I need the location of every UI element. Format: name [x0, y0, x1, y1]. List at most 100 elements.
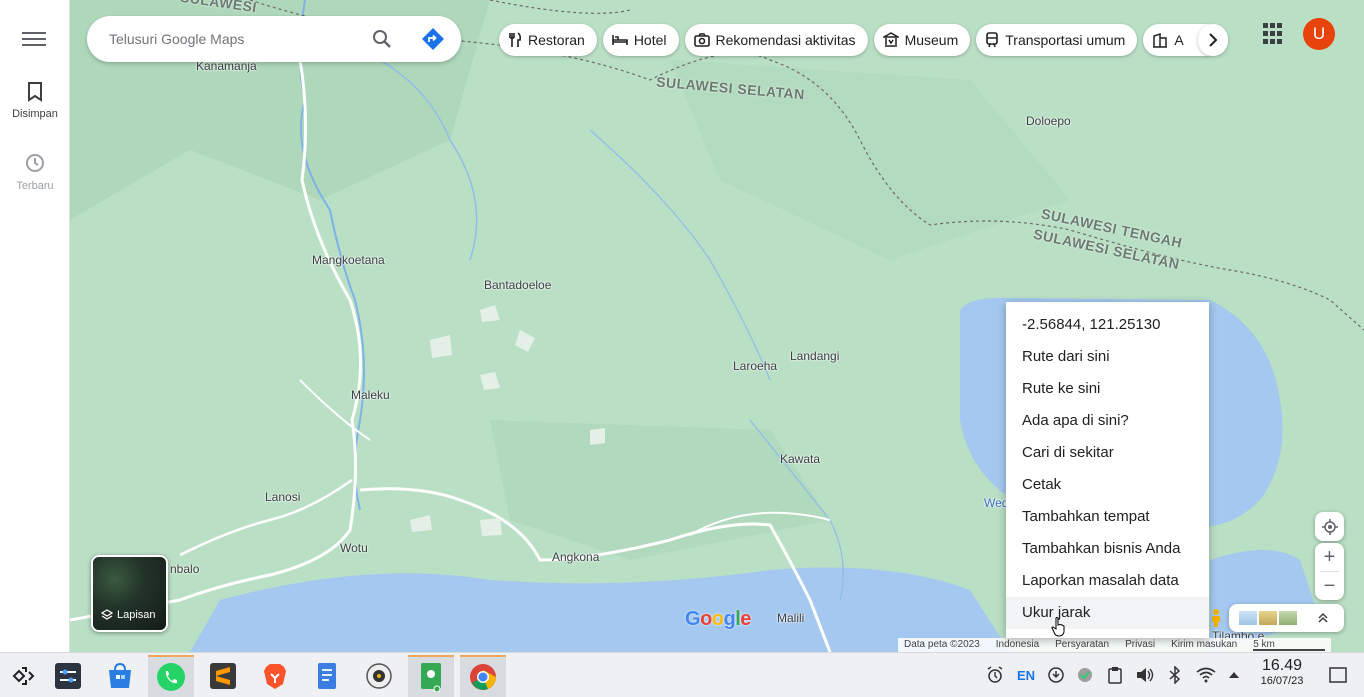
imagery-thumb[interactable] — [1279, 611, 1297, 625]
menu-item-coordinates[interactable]: -2.56844, 121.25130 — [1006, 309, 1209, 341]
imagery-strip[interactable] — [1229, 604, 1344, 632]
menu-item-directions-to[interactable]: Rute ke sini — [1006, 373, 1209, 405]
place-label[interactable]: Lanosi — [265, 490, 300, 504]
chip-label: Restoran — [528, 32, 585, 48]
bookmark-icon — [28, 82, 42, 102]
green-app-icon — [421, 663, 441, 692]
place-label[interactable]: Bantadoeloe — [484, 278, 551, 292]
show-desktop-icon[interactable] — [1326, 661, 1350, 689]
place-label[interactable]: Mangkoetana — [312, 253, 385, 267]
taskbar-app-music[interactable] — [356, 655, 402, 697]
taskbar-app-sublime[interactable] — [200, 655, 246, 697]
taskbar-app-files[interactable] — [304, 655, 350, 697]
history-icon — [26, 154, 44, 172]
zoom-control: + − — [1315, 543, 1344, 600]
hand-cursor-icon — [1051, 617, 1065, 637]
zoom-in-button[interactable]: + — [1315, 543, 1344, 571]
map-footer: Data peta ©2023 Indonesia Persyaratan Pr… — [898, 638, 1331, 652]
taskbar-app-whatsapp[interactable] — [148, 655, 194, 697]
screen: Kanamanja Mangkoetana Bantadoeloe Laroeh… — [0, 0, 1364, 697]
menu-item-search-nearby[interactable]: Cari di sekitar — [1006, 437, 1209, 469]
clock[interactable]: 16.49 16/07/23 — [1252, 657, 1312, 688]
chip-museum[interactable]: Museum — [873, 24, 971, 56]
chip-restoran[interactable]: Restoran — [499, 24, 597, 56]
taskbar-app-brave[interactable] — [252, 655, 298, 697]
footer-link[interactable]: Kirim masukan — [1171, 639, 1237, 651]
menu-item-whats-here[interactable]: Ada apa di sini? — [1006, 405, 1209, 437]
fork-knife-icon — [509, 32, 522, 47]
chip-label: A — [1174, 32, 1184, 48]
imagery-thumb[interactable] — [1259, 611, 1277, 625]
place-label[interactable]: Kawata — [780, 452, 820, 466]
place-label[interactable]: Wed — [984, 496, 1008, 510]
map-data-credit: Data peta ©2023 — [904, 639, 980, 650]
sync-icon[interactable] — [1073, 661, 1097, 689]
taskbar: EN — [0, 652, 1364, 697]
volume-icon[interactable] — [1133, 661, 1157, 689]
menu-item-print[interactable]: Cetak — [1006, 469, 1209, 501]
footer-link[interactable]: Privasi — [1125, 639, 1155, 651]
alarm-icon[interactable] — [983, 661, 1007, 689]
update-icon[interactable] — [1044, 661, 1068, 689]
chip-aktivitas[interactable]: Rekomendasi aktivitas — [684, 24, 868, 56]
layers-label: Lapisan — [117, 609, 156, 621]
clipboard-icon[interactable] — [1103, 661, 1127, 689]
place-label[interactable]: Wotu — [340, 541, 368, 555]
search-icon[interactable] — [372, 29, 392, 49]
saved-label: Disimpan — [12, 108, 58, 120]
chevron-right-icon — [1209, 33, 1218, 47]
store-icon — [109, 662, 131, 688]
chip-transportasi[interactable]: Transportasi umum — [976, 24, 1138, 56]
taskbar-app-chrome[interactable] — [460, 655, 506, 697]
chrome-icon — [470, 664, 496, 690]
train-icon — [986, 32, 999, 48]
tray-expand-icon[interactable] — [1224, 661, 1244, 689]
saved-button[interactable]: Disimpan — [0, 82, 70, 120]
sublime-text-icon — [210, 663, 236, 689]
my-location-icon — [1321, 518, 1338, 535]
language-indicator[interactable]: EN — [1012, 661, 1040, 689]
search-input[interactable] — [109, 28, 359, 50]
bluetooth-icon[interactable] — [1163, 661, 1187, 689]
context-menu: -2.56844, 121.25130 Rute dari sini Rute … — [1006, 302, 1209, 638]
place-label[interactable]: Malili — [777, 611, 804, 625]
wifi-icon[interactable] — [1193, 661, 1219, 689]
layers-button[interactable]: Lapisan — [91, 555, 168, 632]
place-label[interactable]: Landangi — [790, 349, 839, 363]
chips-next-button[interactable] — [1198, 24, 1228, 56]
menu-item-add-business[interactable]: Tambahkan bisnis Anda — [1006, 533, 1209, 565]
bed-icon — [612, 35, 628, 45]
notes-icon — [318, 663, 336, 689]
taskbar-app-keep[interactable] — [408, 655, 454, 697]
recent-button[interactable]: Terbaru — [0, 152, 70, 192]
apps-grid-icon[interactable] — [1263, 23, 1285, 45]
avatar[interactable]: U — [1303, 18, 1335, 50]
my-location-button[interactable] — [1315, 512, 1344, 541]
place-label[interactable]: nbalo — [170, 562, 199, 576]
scale-label[interactable]: 5 km — [1253, 639, 1325, 651]
chip-label: Transportasi umum — [1005, 32, 1126, 48]
place-label[interactable]: Doloepo — [1026, 114, 1071, 128]
menu-item-measure-distance[interactable]: Ukur jarak — [1006, 597, 1209, 629]
recent-label: Terbaru — [16, 180, 54, 192]
place-label[interactable]: Laroeha — [733, 359, 777, 373]
museum-icon — [882, 32, 899, 47]
chip-hotel[interactable]: Hotel — [602, 24, 679, 56]
pegman-icon — [1212, 609, 1220, 627]
menu-icon[interactable] — [22, 28, 46, 50]
menu-item-report-issue[interactable]: Laporkan masalah data — [1006, 565, 1209, 597]
footer-link[interactable]: Persyaratan — [1055, 639, 1109, 651]
footer-link[interactable]: Indonesia — [996, 639, 1039, 651]
chip-label: Rekomendasi aktivitas — [715, 32, 856, 48]
menu-item-add-place[interactable]: Tambahkan tempat — [1006, 501, 1209, 533]
imagery-thumb[interactable] — [1239, 611, 1257, 625]
zoom-out-button[interactable]: − — [1315, 572, 1344, 600]
taskbar-app-settings[interactable] — [45, 655, 91, 697]
search-box — [87, 16, 461, 62]
place-label[interactable]: Angkona — [552, 550, 599, 564]
launcher-button[interactable] — [0, 655, 46, 697]
menu-item-directions-from[interactable]: Rute dari sini — [1006, 341, 1209, 373]
place-label[interactable]: Maleku — [351, 388, 390, 402]
directions-icon[interactable] — [421, 27, 445, 51]
taskbar-app-store[interactable] — [97, 655, 143, 697]
